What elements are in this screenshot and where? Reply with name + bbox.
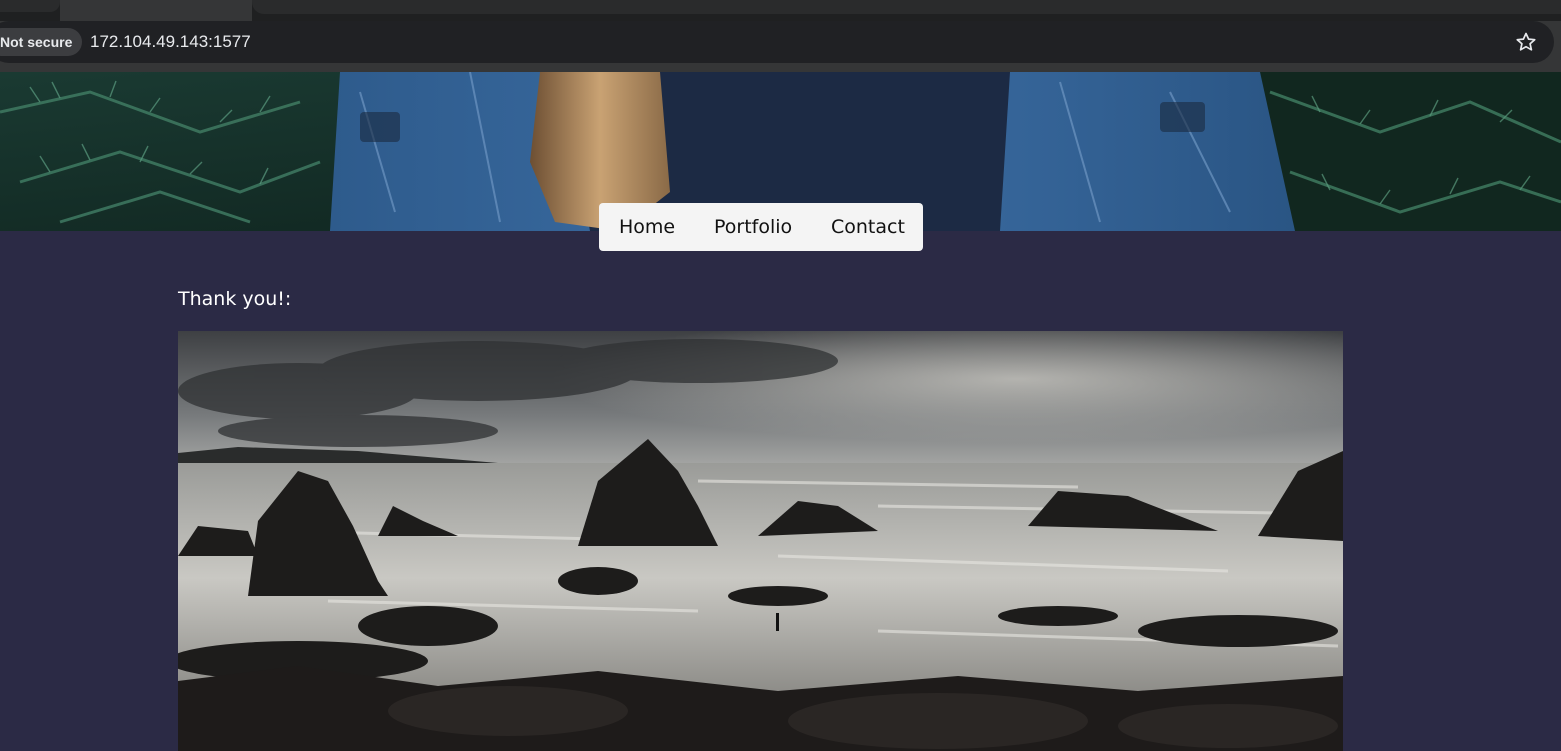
thank-you-message: Thank you!: (178, 288, 292, 310)
nav-link-home[interactable]: Home (619, 216, 675, 238)
nav-link-portfolio[interactable]: Portfolio (714, 216, 792, 238)
star-outline-icon[interactable] (1514, 30, 1538, 54)
url-text[interactable]: 172.104.49.143:1577 (90, 31, 251, 53)
browser-tab[interactable] (0, 0, 60, 12)
browser-toolbar: Not secure 172.104.49.143:1577 (0, 21, 1561, 72)
browser-tab[interactable] (252, 0, 1561, 14)
active-browser-tab[interactable] (60, 0, 252, 21)
nav-link-contact[interactable]: Contact (831, 216, 905, 238)
address-bar[interactable]: Not secure 172.104.49.143:1577 (0, 21, 1554, 63)
seascape-photo (178, 331, 1343, 751)
tab-strip (0, 0, 1561, 21)
security-chip[interactable]: Not secure (0, 28, 83, 56)
main-nav: Home Portfolio Contact (599, 203, 923, 251)
